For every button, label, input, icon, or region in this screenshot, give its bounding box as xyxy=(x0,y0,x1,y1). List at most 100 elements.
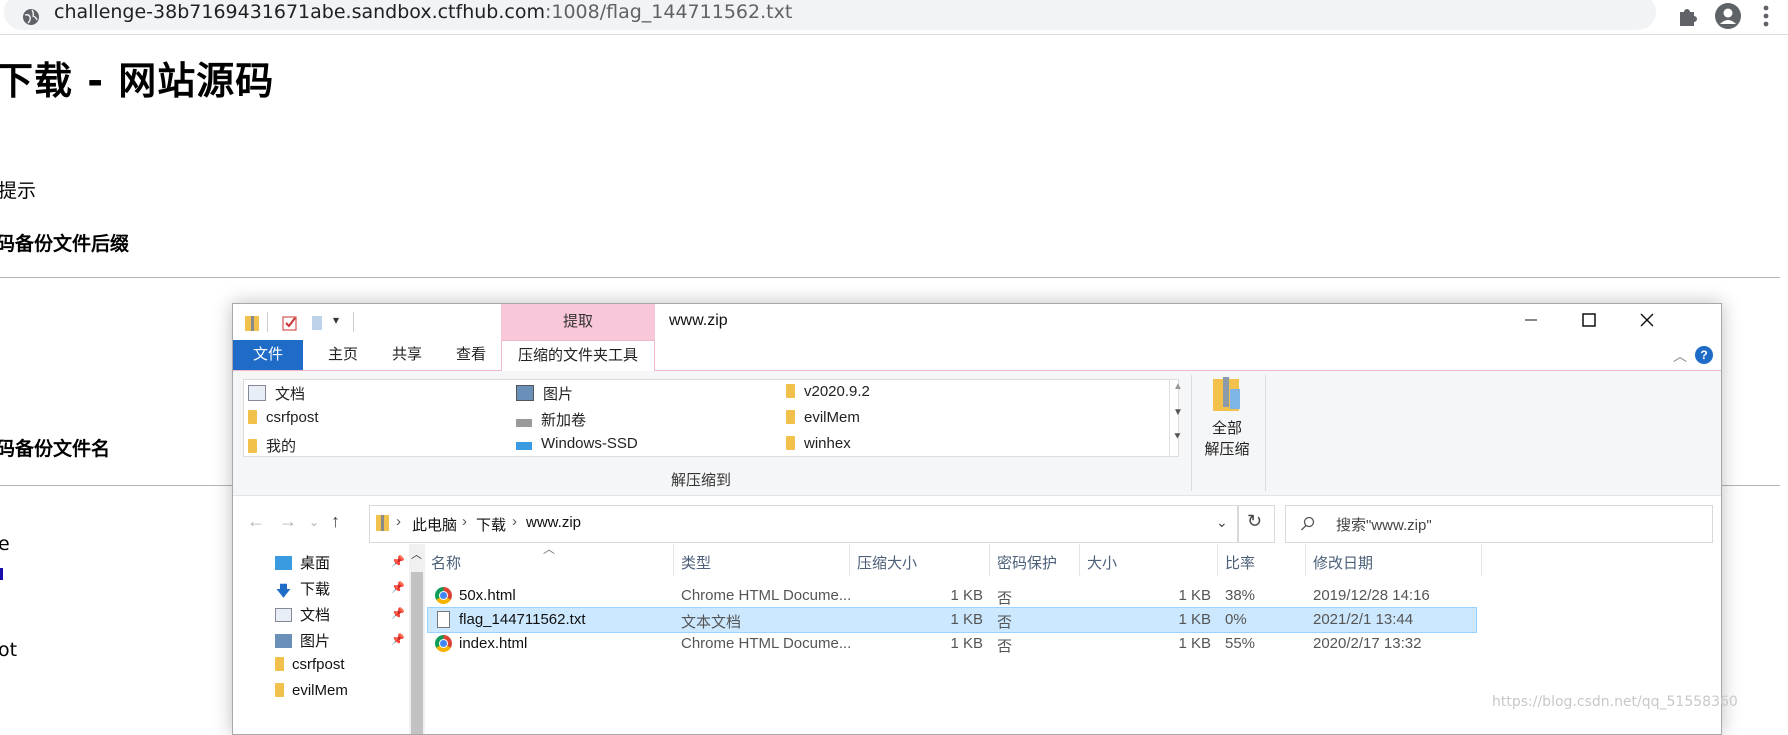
file-name: 50x.html xyxy=(459,587,516,604)
column-divider[interactable] xyxy=(1305,544,1306,576)
url-path: :1008/flag_144711562.txt xyxy=(544,1,793,23)
minimize-icon[interactable] xyxy=(1521,310,1541,330)
column-divider[interactable] xyxy=(849,544,850,576)
column-header-size[interactable]: 大小 xyxy=(1087,552,1117,573)
column-header-type[interactable]: 类型 xyxy=(681,552,711,573)
tab-compressed-tools[interactable]: 压缩的文件夹工具 xyxy=(501,340,655,372)
dest-documents[interactable]: 文档 xyxy=(248,383,305,404)
dest-csrfpost[interactable]: csrfpost xyxy=(248,409,319,426)
column-header-compressed-size[interactable]: 压缩大小 xyxy=(857,552,917,573)
dest-pictures[interactable]: 图片 xyxy=(516,383,573,404)
tab-extract-context[interactable]: 提取 xyxy=(501,304,655,340)
hint-heading-suffix: 码备份文件后缀 xyxy=(0,233,130,255)
nav-scrollbar[interactable]: ︿ xyxy=(409,544,425,734)
pin-icon[interactable]: 📌 xyxy=(391,581,405,594)
column-header-name[interactable]: 名称 xyxy=(431,552,461,573)
extract-all-icon xyxy=(1213,377,1240,411)
column-header-modified[interactable]: 修改日期 xyxy=(1313,552,1373,573)
file-ratio: 55% xyxy=(1225,635,1256,652)
recent-locations-chevron-icon[interactable]: ⌄ xyxy=(309,515,319,529)
ribbon-panel: 文档 csrfpost 我的 图片 新加卷 Windows-SSD v2020.… xyxy=(233,371,1721,496)
tab-view[interactable]: 查看 xyxy=(441,340,501,370)
new-folder-icon[interactable] xyxy=(309,314,327,332)
extract-all-button[interactable]: 全部 解压缩 xyxy=(1199,375,1255,459)
column-header-password[interactable]: 密码保护 xyxy=(997,552,1057,573)
customize-dropdown-icon[interactable]: ▾ xyxy=(333,313,339,327)
breadcrumb[interactable]: › 此电脑 › 下载 › www.zip ⌄ xyxy=(369,505,1239,543)
address-bar[interactable]: challenge-38b7169431671abe.sandbox.ctfhu… xyxy=(4,0,1656,30)
nav-item-downloads[interactable]: 🡇 下载 xyxy=(275,578,330,599)
download-arrow-icon: 🡇 xyxy=(275,583,292,600)
folder-icon xyxy=(275,683,284,697)
column-divider[interactable] xyxy=(1481,544,1482,576)
breadcrumb-www-zip[interactable]: www.zip xyxy=(526,514,581,531)
file-name: index.html xyxy=(459,635,528,652)
dest-windows-ssd[interactable]: Windows-SSD xyxy=(516,435,638,452)
breadcrumb-downloads[interactable]: 下载 xyxy=(476,514,506,535)
file-password-protected: 否 xyxy=(997,638,1013,655)
chevron-right-icon[interactable]: › xyxy=(396,513,401,530)
column-divider[interactable] xyxy=(989,544,990,576)
gallery-scroll[interactable]: ▲ ▼ ⯆ xyxy=(1169,379,1186,457)
nav-item-csrfpost[interactable]: csrfpost xyxy=(275,656,345,673)
back-arrow-icon[interactable]: ← xyxy=(247,511,265,532)
scroll-up-chevron-icon[interactable]: ︿ xyxy=(411,546,422,562)
scroll-up-icon[interactable]: ▲ xyxy=(1173,381,1183,392)
pin-icon[interactable]: 📌 xyxy=(391,607,405,620)
separator xyxy=(1265,375,1266,491)
folder-icon xyxy=(786,384,795,398)
documents-icon xyxy=(248,385,266,401)
dest-new-volume[interactable]: 新加卷 xyxy=(516,409,586,430)
address-dropdown-icon[interactable]: ⌄ xyxy=(1216,514,1228,531)
navigation-bar: ← → ⌄ ↑ › 此电脑 › 下载 › www.zip ⌄ ↻ 搜索"www.… xyxy=(233,497,1721,543)
collapse-ribbon-icon[interactable]: ︿ xyxy=(1673,346,1687,366)
dest-evilmem[interactable]: evilMem xyxy=(786,409,860,426)
pin-icon[interactable]: 📌 xyxy=(391,633,405,646)
link-fragment[interactable] xyxy=(0,568,3,580)
nav-item-pictures[interactable]: 图片 xyxy=(275,630,330,651)
globe-icon[interactable] xyxy=(22,8,40,26)
column-header-ratio[interactable]: 比率 xyxy=(1225,552,1255,573)
text-file-icon xyxy=(437,611,450,628)
nav-item-desktop[interactable]: 桌面 xyxy=(275,552,330,573)
file-row-selected[interactable]: flag_144711562.txt 文本文档 1 KB 否 1 KB 0% 2… xyxy=(427,607,1477,633)
column-divider[interactable] xyxy=(1079,544,1080,576)
url-text[interactable]: challenge-38b7169431671abe.sandbox.ctfhu… xyxy=(54,1,792,23)
hint-text: 提示 xyxy=(0,180,37,202)
profile-avatar-icon[interactable] xyxy=(1714,2,1742,30)
help-icon[interactable]: ? xyxy=(1695,346,1713,364)
scrollbar-thumb[interactable] xyxy=(411,572,423,734)
tab-home[interactable]: 主页 xyxy=(313,340,373,370)
search-input[interactable]: 搜索"www.zip" xyxy=(1285,505,1713,543)
properties-icon[interactable] xyxy=(281,314,299,332)
pin-icon[interactable]: 📌 xyxy=(391,555,405,568)
file-row[interactable]: 50x.html Chrome HTML Docume... 1 KB 否 1 … xyxy=(427,583,1477,609)
menu-kebab-icon[interactable] xyxy=(1752,2,1780,30)
column-divider[interactable] xyxy=(1217,544,1218,576)
chevron-right-icon[interactable]: › xyxy=(462,513,467,530)
file-row[interactable]: index.html Chrome HTML Docume... 1 KB 否 … xyxy=(427,631,1477,657)
file-size: 1 KB xyxy=(1178,635,1211,652)
nav-item-documents[interactable]: 文档 xyxy=(275,604,330,625)
refresh-button[interactable]: ↻ xyxy=(1237,505,1275,543)
breadcrumb-this-pc[interactable]: 此电脑 xyxy=(412,514,457,535)
file-password-protected: 否 xyxy=(997,590,1013,607)
nav-item-evilmem[interactable]: evilMem xyxy=(275,682,348,699)
gallery-expand-icon[interactable]: ⯆ xyxy=(1173,431,1182,444)
maximize-icon[interactable] xyxy=(1579,310,1599,330)
dest-winhex[interactable]: winhex xyxy=(786,435,851,452)
tab-share[interactable]: 共享 xyxy=(377,340,437,370)
forward-arrow-icon[interactable]: → xyxy=(279,511,297,532)
dest-v2020[interactable]: v2020.9.2 xyxy=(786,383,870,400)
folder-icon xyxy=(786,410,795,424)
chevron-right-icon[interactable]: › xyxy=(512,513,517,530)
scroll-down-icon[interactable]: ▼ xyxy=(1173,407,1183,418)
file-modified: 2020/2/17 13:32 xyxy=(1313,635,1422,652)
dest-mine[interactable]: 我的 xyxy=(248,435,296,456)
up-arrow-icon[interactable]: ↑ xyxy=(331,511,340,532)
title-bar[interactable]: ▾ 提取 www.zip xyxy=(233,304,1721,340)
extensions-puzzle-icon[interactable] xyxy=(1674,2,1702,30)
column-divider[interactable] xyxy=(673,544,674,576)
close-icon[interactable] xyxy=(1637,310,1657,330)
tab-file[interactable]: 文件 xyxy=(233,340,303,370)
